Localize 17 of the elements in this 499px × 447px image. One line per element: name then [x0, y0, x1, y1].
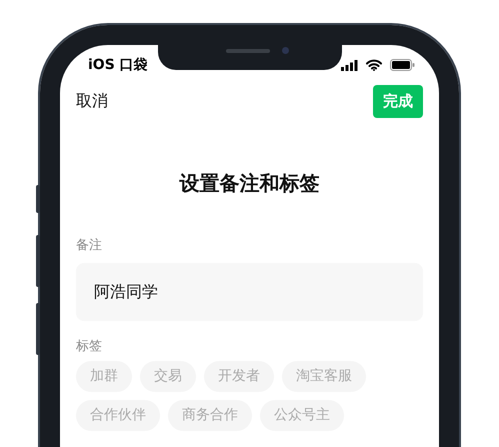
- carrier-label: iOS 口袋: [88, 56, 148, 74]
- tag-chip[interactable]: 合作伙伴: [76, 400, 160, 430]
- tag-chip[interactable]: 淘宝客服: [282, 360, 366, 392]
- remark-label: 备注: [76, 236, 103, 254]
- tag-chip[interactable]: 开发者: [204, 360, 274, 392]
- done-button[interactable]: 完成: [373, 85, 423, 118]
- tags-label: 标签: [76, 338, 103, 356]
- tag-chip[interactable]: 加群: [76, 360, 132, 392]
- tag-chip[interactable]: 商务合作: [168, 400, 252, 430]
- page-title: 设置备注和标签: [178, 170, 320, 196]
- signal-icon: [341, 60, 358, 70]
- tag-chip[interactable]: 公众号主: [260, 400, 344, 430]
- tag-chip[interactable]: 交易: [140, 360, 196, 392]
- wifi-icon: [366, 59, 382, 71]
- remark-field[interactable]: 阿浩同学: [76, 263, 423, 321]
- battery-icon: [390, 59, 415, 71]
- cancel-button[interactable]: 取消: [76, 89, 108, 114]
